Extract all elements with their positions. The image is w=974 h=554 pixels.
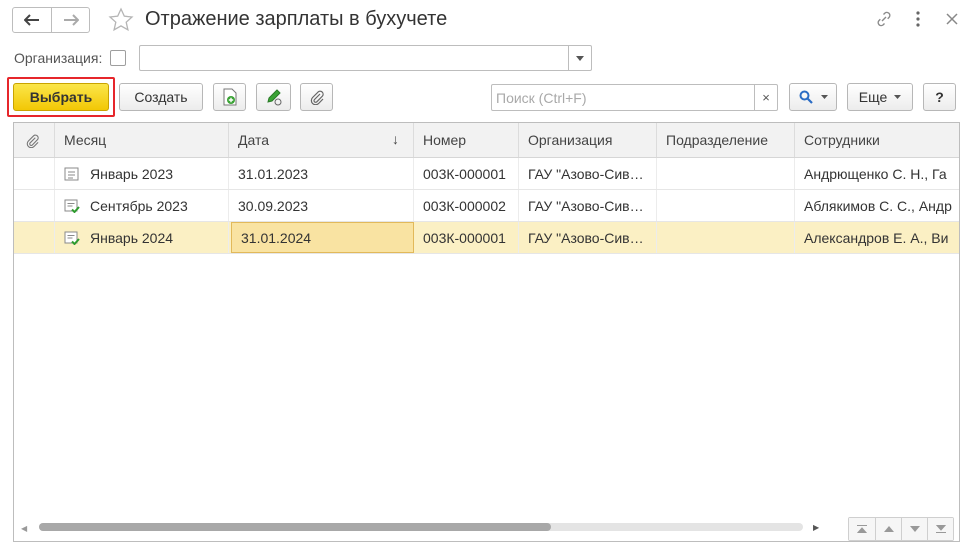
cell-month-text: Январь 2023 — [90, 165, 174, 182]
organization-label: Организация: — [14, 50, 103, 66]
cell-number[interactable]: 003К-000001 — [414, 158, 519, 189]
scroll-left-arrow-icon[interactable]: ◀ — [21, 524, 27, 533]
cell-department[interactable] — [657, 190, 795, 221]
column-employees[interactable]: Сотрудники — [795, 123, 959, 157]
cell-attachment[interactable] — [14, 222, 55, 253]
cell-attachment[interactable] — [14, 190, 55, 221]
cell-date[interactable]: 31.01.2024 — [231, 222, 414, 253]
cell-date[interactable]: 31.01.2023 — [229, 158, 414, 189]
create-button[interactable]: Создать — [119, 83, 203, 111]
edit-button[interactable] — [256, 83, 291, 111]
paperclip-icon — [310, 90, 324, 105]
column-date-label: Дата — [238, 132, 270, 148]
search-input[interactable] — [492, 85, 755, 110]
column-date[interactable]: Дата ↓ — [229, 123, 414, 157]
paperclip-icon — [26, 134, 39, 148]
chevron-down-icon — [894, 95, 902, 99]
cell-number[interactable]: 003К-000002 — [414, 190, 519, 221]
kebab-menu-icon — [916, 11, 920, 27]
scroll-right-arrow-icon[interactable]: ▶ — [813, 523, 819, 532]
cell-number[interactable]: 003К-000001 — [414, 222, 519, 253]
sort-descending-icon: ↓ — [392, 131, 399, 147]
create-copy-button[interactable] — [213, 83, 246, 111]
forward-button[interactable] — [51, 8, 89, 32]
column-organization[interactable]: Организация — [519, 123, 657, 157]
cell-date[interactable]: 30.09.2023 — [229, 190, 414, 221]
help-button[interactable]: ? — [923, 83, 956, 111]
select-button[interactable]: Выбрать — [13, 83, 109, 111]
history-nav — [12, 7, 90, 33]
star-icon[interactable] — [108, 7, 134, 33]
posted-document-icon — [64, 231, 80, 245]
cell-month-text: Сентябрь 2023 — [90, 197, 188, 214]
table-row[interactable]: Сентябрь 2023 30.09.2023 003К-000002 ГАУ "А… — [14, 190, 959, 222]
search-box: × — [491, 84, 778, 111]
title-actions — [874, 8, 962, 30]
horizontal-scrollbar-thumb[interactable] — [39, 523, 551, 531]
table-header: Месяц Дата ↓ Номер Организация Подраздел… — [14, 123, 959, 158]
cell-organization[interactable]: ГАУ "Азово-Сив… — [519, 190, 657, 221]
down-icon — [909, 526, 920, 532]
table-row[interactable]: Январь 2023 31.01.2023 003К-000001 ГАУ "Азо… — [14, 158, 959, 190]
column-attachment[interactable] — [14, 123, 55, 157]
chevron-down-icon — [576, 55, 584, 61]
cell-department[interactable] — [657, 222, 795, 253]
document-icon — [64, 167, 80, 181]
cell-employees[interactable]: Андрющенко С. Н., Га — [795, 158, 959, 189]
cell-month[interactable]: Сентябрь 2023 — [55, 190, 229, 221]
attach-button[interactable] — [300, 83, 333, 111]
up-icon — [883, 526, 894, 532]
organization-filter-checkbox[interactable] — [110, 50, 126, 66]
arrow-right-icon — [63, 14, 79, 26]
cell-employees[interactable]: Александров Е. А., Ви — [795, 222, 959, 253]
column-month[interactable]: Месяц — [55, 123, 229, 157]
close-button[interactable] — [942, 8, 962, 30]
page-title: Отражение зарплаты в бухучете — [145, 8, 448, 30]
organization-dropdown-button[interactable] — [568, 46, 591, 70]
cell-month-text: Январь 2024 — [90, 229, 174, 246]
more-button-label: Еще — [858, 89, 888, 105]
cell-month[interactable]: Январь 2024 — [55, 222, 229, 253]
search-clear-button[interactable]: × — [754, 85, 777, 110]
cell-attachment[interactable] — [14, 158, 55, 189]
cell-organization[interactable]: ГАУ "Азово-Сив… — [519, 158, 657, 189]
go-to-next-button[interactable] — [901, 518, 927, 540]
posted-document-icon — [64, 199, 80, 213]
magnifier-icon — [799, 90, 813, 104]
documents-table: Месяц Дата ↓ Номер Организация Подраздел… — [13, 122, 960, 542]
search-options-button[interactable] — [789, 83, 837, 111]
back-button[interactable] — [13, 8, 51, 32]
first-icon — [857, 525, 867, 533]
cell-employees[interactable]: Аблякимов С. С., Андр — [795, 190, 959, 221]
pencil-edit-icon — [266, 89, 281, 106]
table-row[interactable]: Январь 2024 31.01.2024 003К-000001 ГАУ "Азо… — [14, 222, 959, 254]
close-icon — [946, 13, 958, 25]
column-department[interactable]: Подразделение — [657, 123, 795, 157]
go-to-first-button[interactable] — [849, 518, 875, 540]
more-actions-button[interactable] — [908, 8, 928, 30]
chevron-down-icon — [820, 95, 828, 99]
cell-month[interactable]: Январь 2023 — [55, 158, 229, 189]
horizontal-scrollbar[interactable] — [39, 523, 803, 531]
more-button[interactable]: Еще — [847, 83, 913, 111]
arrow-left-icon — [24, 14, 39, 26]
last-icon — [935, 525, 946, 533]
column-number[interactable]: Номер — [414, 123, 519, 157]
list-navigation — [848, 517, 954, 541]
cell-organization[interactable]: ГАУ "Азово-Сив… — [519, 222, 657, 253]
go-to-last-button[interactable] — [927, 518, 953, 540]
link-icon — [877, 11, 891, 27]
organization-select[interactable] — [139, 45, 592, 71]
cell-department[interactable] — [657, 158, 795, 189]
add-copy-icon — [223, 88, 236, 106]
go-to-previous-button[interactable] — [875, 518, 901, 540]
link-button[interactable] — [874, 8, 894, 30]
